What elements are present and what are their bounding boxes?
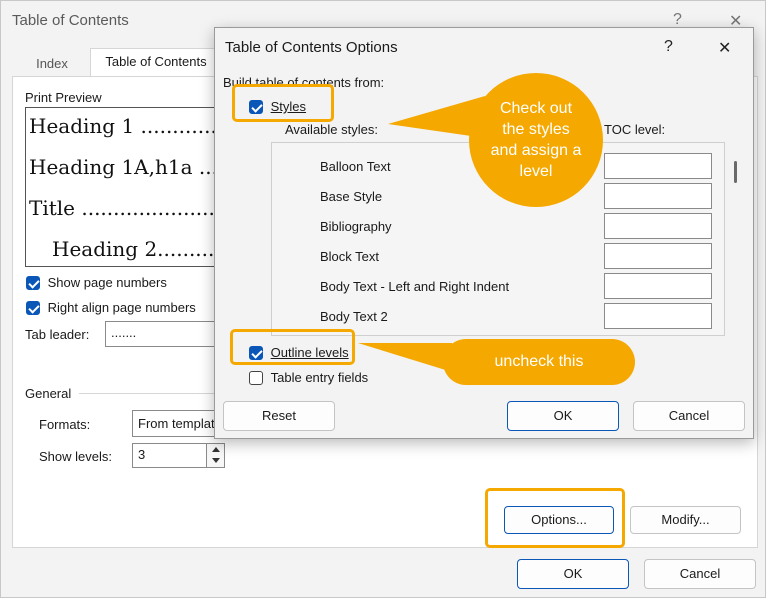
outline-levels-checkbox[interactable] (249, 345, 263, 360)
table-entry-row[interactable]: Table entry fields (249, 369, 368, 385)
right-align-checkbox[interactable] (26, 300, 40, 315)
table-entry-label: Table entry fields (270, 370, 369, 386)
outline-callout-text: uncheck this (494, 353, 584, 370)
cancel-button[interactable]: Cancel (644, 559, 756, 589)
show-page-numbers-row[interactable]: Show page numbers (26, 274, 167, 290)
styles-label: Styles (270, 99, 307, 115)
toc-level-input[interactable] (604, 183, 712, 209)
toc-level-input[interactable] (604, 153, 712, 179)
list-item[interactable]: Bibliography (320, 219, 392, 234)
spin-up-icon[interactable] (212, 447, 220, 452)
preview-line: Heading 1 .............. (29, 114, 227, 138)
ok-button[interactable]: OK (517, 559, 629, 589)
options-button-label: Options... (531, 512, 587, 527)
list-scrollbar-thumb[interactable] (734, 161, 737, 183)
list-item[interactable]: Body Text - Left and Right Indent (320, 279, 509, 294)
styles-checkbox[interactable] (249, 99, 263, 114)
ok-button-label: OK (563, 566, 583, 581)
dialog-title: Table of Contents (12, 12, 129, 29)
show-levels-label: Show levels: (39, 449, 112, 464)
general-divider (79, 393, 225, 394)
available-styles-label: Available styles: (285, 122, 378, 137)
toc-level-input[interactable] (604, 213, 712, 239)
options-ok-label: OK (553, 408, 573, 423)
options-button[interactable]: Options... (504, 506, 614, 534)
cancel-button-label: Cancel (679, 566, 721, 581)
spin-down-icon[interactable] (212, 458, 220, 463)
show-levels-input[interactable]: 3 (132, 443, 207, 468)
tab-table-of-contents[interactable]: Table of Contents (90, 48, 222, 78)
options-dialog-title: Table of Contents Options (225, 39, 398, 56)
outline-callout: uncheck this (443, 339, 635, 385)
show-levels-spinner[interactable] (206, 443, 225, 468)
table-entry-checkbox[interactable] (249, 370, 263, 385)
modify-button[interactable]: Modify... (630, 506, 741, 534)
toc-level-label: TOC level: (604, 122, 666, 137)
tab-leader-label: Tab leader: (25, 327, 90, 342)
options-cancel-button[interactable]: Cancel (633, 401, 745, 431)
tab-leader-select[interactable]: ....... (105, 321, 225, 347)
styles-callout-text: Check out the styles and assign a level (490, 100, 582, 180)
styles-callout: Check out the styles and assign a level (469, 73, 603, 207)
tab-index[interactable]: Index (17, 51, 87, 77)
options-cancel-label: Cancel (668, 408, 710, 423)
toc-level-input[interactable] (604, 243, 712, 269)
show-page-numbers-label: Show page numbers (47, 275, 167, 291)
right-align-label: Right align page numbers (47, 300, 196, 316)
tab-table-of-contents-label: Table of Contents (105, 54, 207, 69)
general-label: General (25, 386, 72, 401)
reset-button-label: Reset (262, 408, 296, 423)
preview-line: Heading 2............... (52, 237, 226, 261)
list-item[interactable]: Balloon Text (320, 159, 391, 174)
options-close-button[interactable]: ✕ (718, 38, 731, 58)
right-align-row[interactable]: Right align page numbers (26, 299, 196, 315)
preview-line: Heading 1A,h1a ........ (29, 155, 226, 179)
formats-select[interactable]: From template (132, 410, 225, 437)
print-preview-label: Print Preview (25, 90, 102, 105)
reset-button[interactable]: Reset (223, 401, 335, 431)
show-page-numbers-checkbox[interactable] (26, 275, 40, 290)
list-item[interactable]: Body Text 2 (320, 309, 388, 324)
outline-levels-row[interactable]: Outline levels (249, 344, 349, 360)
modify-button-label: Modify... (661, 512, 710, 527)
preview-line: Title ........................... (29, 196, 226, 220)
print-preview-box: Heading 1 .............. Heading 1A,h1a … (25, 107, 227, 267)
options-help-button[interactable]: ? (664, 38, 673, 56)
options-ok-button[interactable]: OK (507, 401, 619, 431)
formats-label: Formats: (39, 417, 91, 432)
list-item[interactable]: Base Style (320, 189, 382, 204)
toc-level-input[interactable] (604, 273, 712, 299)
toc-level-input[interactable] (604, 303, 712, 329)
outline-levels-label: Outline levels (270, 345, 349, 361)
list-item[interactable]: Block Text (320, 249, 379, 264)
styles-checkbox-row[interactable]: Styles (249, 98, 306, 114)
